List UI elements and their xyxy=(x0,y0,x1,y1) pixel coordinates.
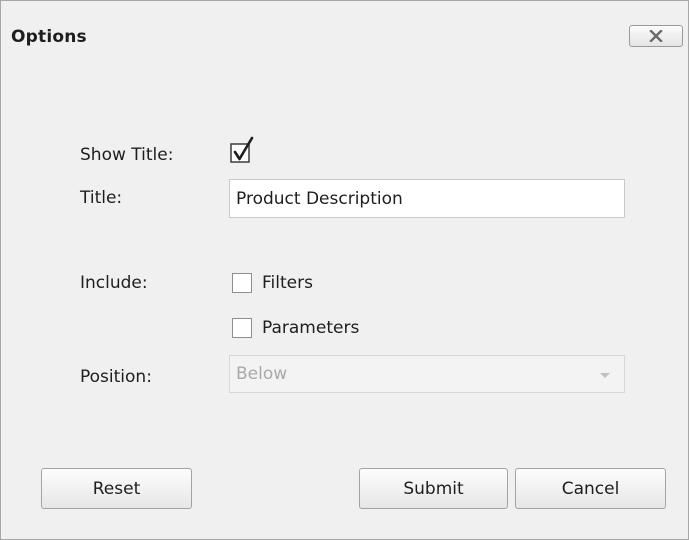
close-button[interactable] xyxy=(629,25,683,47)
dialog-title: Options xyxy=(11,27,87,47)
position-label: Position: xyxy=(80,367,152,387)
checkmark-icon xyxy=(230,136,254,163)
reset-button[interactable]: Reset xyxy=(41,468,192,509)
position-select-value: Below xyxy=(236,364,288,384)
parameters-checkbox[interactable] xyxy=(232,318,252,338)
title-input[interactable]: Product Description xyxy=(229,179,625,218)
parameters-checkbox-label[interactable]: Parameters xyxy=(262,318,359,338)
cancel-button[interactable]: Cancel xyxy=(515,468,666,509)
filters-checkbox[interactable] xyxy=(232,273,252,293)
close-x-icon xyxy=(649,30,663,42)
submit-button[interactable]: Submit xyxy=(359,468,508,509)
dialog-titlebar: Options xyxy=(1,1,688,67)
chevron-down-icon[interactable] xyxy=(600,373,610,378)
include-label: Include: xyxy=(80,273,148,293)
title-label: Title: xyxy=(80,188,123,208)
filters-checkbox-label[interactable]: Filters xyxy=(262,273,313,293)
options-dialog: Options Show Title: Title: Product Descr… xyxy=(0,0,689,540)
show-title-checkbox[interactable] xyxy=(230,135,260,165)
title-input-value: Product Description xyxy=(236,188,403,209)
position-select[interactable]: Below xyxy=(229,355,625,393)
show-title-label: Show Title: xyxy=(80,145,174,165)
